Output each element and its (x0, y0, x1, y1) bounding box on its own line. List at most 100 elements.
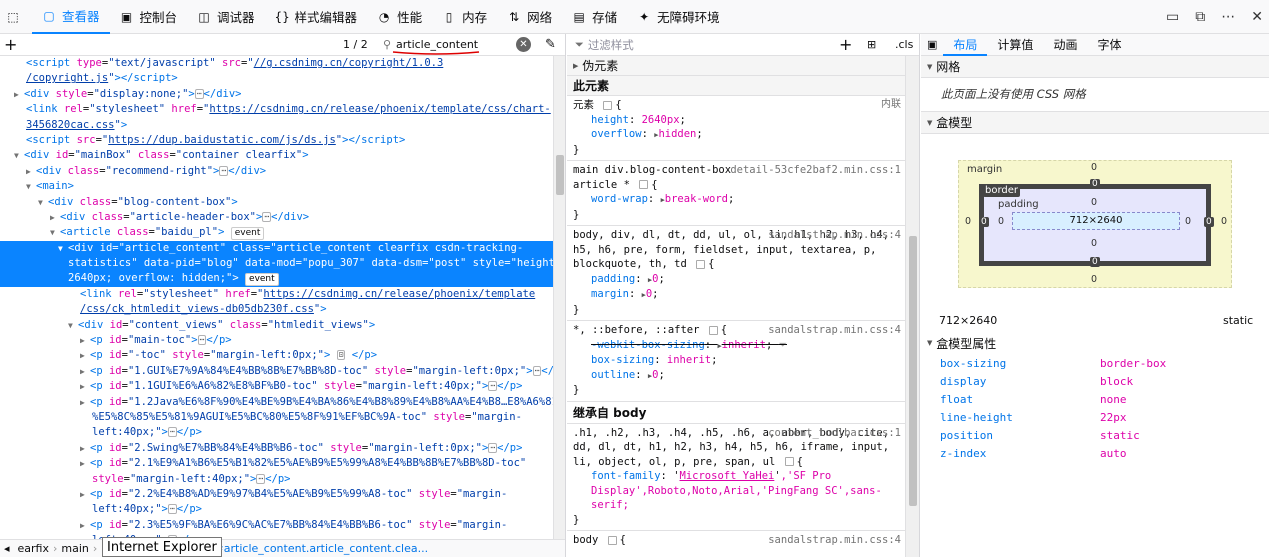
rule-toggle[interactable] (607, 535, 617, 545)
markup-node-selected[interactable]: statistics" data-pid="blog" data-mod="po… (0, 256, 553, 272)
sidebar-tab[interactable]: 动画 (1043, 34, 1087, 56)
tab-performance[interactable]: ◔ 性能 (367, 0, 432, 34)
markup-node[interactable]: ▶ <p id="2.2%E4%B8%AD%E9%97%B4%E5%AE%B9%E… (0, 487, 553, 502)
css-rule[interactable]: content_toolbar.css:1 .h1, .h2, .h3, .h4… (567, 424, 905, 531)
declaration[interactable]: padding: ▶0; (573, 272, 899, 288)
css-rule[interactable]: sandalstrap.min.css:4 *, ::before, ::aft… (567, 321, 905, 402)
markup-node-selected[interactable]: ▼ <div id="article_content" class="articl… (0, 240, 553, 257)
css-rule[interactable]: sandalstrap.min.css:4 body, div, dl, dt,… (567, 226, 905, 321)
rule-toggle[interactable] (603, 100, 613, 110)
markup-node[interactable]: ▶ <div class="article-header-box"> ⋯ </div> (0, 210, 553, 225)
filter-icon[interactable]: ⏷ (779, 339, 787, 351)
markup-node[interactable]: ▶ <p id="1.2Java%E6%8F%90%E4%BE%9B%E4%BA%… (0, 395, 553, 410)
rules-scroll-thumb[interactable] (909, 236, 917, 506)
padding-left-value[interactable]: 0 (998, 216, 1004, 227)
markup-node[interactable]: style="margin-left:40px;"> ⋯ </p> (0, 472, 553, 487)
markup-node[interactable]: ▼ <div class="blog-content-box"> (0, 195, 553, 210)
dock-options-icon[interactable]: ▭ (1166, 9, 1179, 25)
padding-top-value[interactable]: 0 (1091, 197, 1097, 208)
padding-bottom-value[interactable]: 0 (1091, 238, 1097, 249)
sidebar-tab[interactable]: 计算值 (987, 34, 1043, 56)
split-console-icon[interactable]: ⧉ (1195, 9, 1205, 25)
declaration[interactable]: height: 2640px; (573, 113, 899, 128)
breadcrumb-item[interactable]: div#article_content.article_content.clea… (194, 542, 432, 555)
markup-node[interactable]: <link rel="stylesheet" href="https://csd… (0, 287, 553, 302)
markup-node[interactable]: ▶ <p id="2.1%E9%A1%B6%E5%B1%82%E5%AE%B9%E… (0, 456, 553, 471)
declaration[interactable]: outline: ▶0; (573, 368, 899, 384)
add-node-icon[interactable]: + (0, 35, 21, 54)
breadcrumb-scroll-left-icon[interactable]: ◂ (0, 542, 14, 555)
grid-section-header[interactable]: ▼ 网格 (921, 56, 1269, 78)
markup-node-selected[interactable]: 2640px; overflow: hidden;"> event (0, 271, 553, 287)
markup-node[interactable]: ▼ <article class="baidu_pl"> event (0, 225, 553, 241)
border-top-value[interactable]: 0 (1090, 179, 1100, 189)
markup-node[interactable]: ▶ <p id="2.Swing%E7%BB%84%E4%BB%B6-toc" s… (0, 441, 553, 456)
markup-node[interactable]: 3456820cac.css"> (0, 118, 553, 133)
tab-inspector[interactable]: ▢ 查看器 (32, 0, 110, 34)
rule-source[interactable]: content_toolbar.css:1 (768, 426, 901, 441)
border-left-value[interactable]: 0 (979, 217, 989, 227)
tab-accessibility[interactable]: ✦ 无障碍环境 (627, 0, 730, 34)
close-icon[interactable]: ✕ (1251, 9, 1263, 25)
margin-left-value[interactable]: 0 (965, 216, 971, 227)
boxmodel-props-header[interactable]: ▼ 盒模型属性 (921, 332, 1269, 354)
box-model-content[interactable]: 712×2640 (1012, 212, 1180, 230)
declaration[interactable]: word-wrap: ▶break-word; (573, 192, 899, 208)
tab-debugger[interactable]: ◫ 调试器 (187, 0, 265, 34)
filter-styles-input[interactable]: 过滤样式 (588, 37, 824, 53)
element-picker-button[interactable]: ⬚ (0, 0, 32, 34)
rule-source[interactable]: sandalstrap.min.css:4 (768, 323, 901, 338)
markup-node[interactable]: <script type="text/javascript" src="//g.… (0, 56, 553, 71)
add-rule-button[interactable]: + (839, 35, 852, 54)
rule-toggle[interactable] (696, 259, 706, 269)
border-right-value[interactable]: 0 (1204, 217, 1214, 227)
rules-scrollbar[interactable] (905, 56, 919, 557)
markup-node[interactable]: <link rel="stylesheet" href="https://csd… (0, 102, 553, 117)
breadcrumb-item[interactable]: earfix (14, 542, 53, 555)
more-options-icon[interactable]: ⋯ (1221, 9, 1235, 25)
css-rule[interactable]: sandalstrap.min.css:4 body { (567, 531, 905, 551)
css-rule[interactable]: detail-53cfe2baf2.min.css:1 main div.blo… (567, 161, 905, 226)
markup-node[interactable]: left:40px;">⋯</p> (0, 425, 553, 440)
sidebar-tab[interactable]: 字体 (1087, 34, 1131, 56)
markup-scroll-thumb[interactable] (556, 155, 564, 195)
margin-top-value[interactable]: 0 (1091, 162, 1097, 173)
rule-source[interactable]: sandalstrap.min.css:4 (768, 533, 901, 548)
boxmodel-section-header[interactable]: ▼ 盒模型 (921, 112, 1269, 134)
toggle-pseudo-class-icon[interactable]: ⊞ (867, 38, 876, 51)
markup-node[interactable]: ▶ <p id="1.1GUI%E6%A6%82%E8%BF%B0-toc" st… (0, 379, 553, 394)
declaration[interactable]: margin: ▶0; (573, 287, 899, 303)
markup-node[interactable]: ▼ <div id="mainBox" class="container clea… (0, 148, 553, 163)
sidebar-toggle-icon[interactable]: ▣ (921, 38, 943, 51)
tab-memory[interactable]: ▯ 内存 (432, 0, 497, 34)
declaration[interactable]: box-sizing: inherit; (573, 353, 899, 368)
tab-style-editor[interactable]: {} 样式编辑器 (265, 0, 368, 34)
declaration[interactable]: font-family: 'Microsoft YaHei','SF Pro D… (573, 469, 899, 513)
border-bottom-value[interactable]: 0 (1090, 257, 1100, 267)
margin-right-value[interactable]: 0 (1221, 216, 1227, 227)
markup-scrollbar[interactable] (553, 56, 565, 539)
tab-storage[interactable]: ▤ 存储 (562, 0, 627, 34)
markup-node[interactable]: ▶ <div style="display:none;"> ⋯ </div> (0, 87, 553, 102)
cls-button[interactable]: .cls (895, 38, 913, 51)
markup-node[interactable]: ▼ <main> (0, 179, 553, 194)
markup-node[interactable]: %E5%8C%85%E5%81%9AGUI%E5%BC%80%E5%8F%91%… (0, 410, 553, 425)
breadcrumb-item[interactable]: main (57, 542, 92, 555)
markup-node[interactable]: ▶ <div class="recommend-right"> ⋯ </div> (0, 164, 553, 179)
margin-bottom-value[interactable]: 0 (1091, 274, 1097, 285)
rule-toggle[interactable] (708, 325, 718, 335)
markup-node[interactable]: ▶ <p id="-toc" style="margin-left:0px;"> … (0, 348, 553, 363)
rule-toggle[interactable] (784, 457, 794, 466)
markup-node[interactable]: ▶ <p id="1.GUI%E7%9A%84%E4%BB%8B%E7%BB%8D… (0, 364, 553, 379)
markup-node[interactable]: /css/ck_htmledit_views-db05db230f.css"> (0, 302, 553, 317)
declaration-overridden[interactable]: -webkit-box-sizing: ▶inherit; ⏷ (573, 338, 899, 354)
declaration[interactable]: overflow: ▶hidden; (573, 127, 899, 143)
pseudo-elements-header[interactable]: ▶ 伪元素 (567, 56, 905, 76)
padding-right-value[interactable]: 0 (1185, 216, 1191, 227)
rule-source[interactable]: detail-53cfe2baf2.min.css:1 (730, 163, 901, 178)
markup-node[interactable]: ▶ <p id="main-toc"> ⋯ </p> (0, 333, 553, 348)
eyedropper-icon[interactable]: ✎ (545, 37, 556, 52)
rule-source[interactable]: sandalstrap.min.css:4 (768, 228, 901, 243)
markup-node[interactable]: left:40px;">⋯</p> (0, 502, 553, 517)
markup-node[interactable]: ▶ <p id="2.3%E5%9F%BA%E6%9C%AC%E7%BB%84%E… (0, 518, 553, 533)
